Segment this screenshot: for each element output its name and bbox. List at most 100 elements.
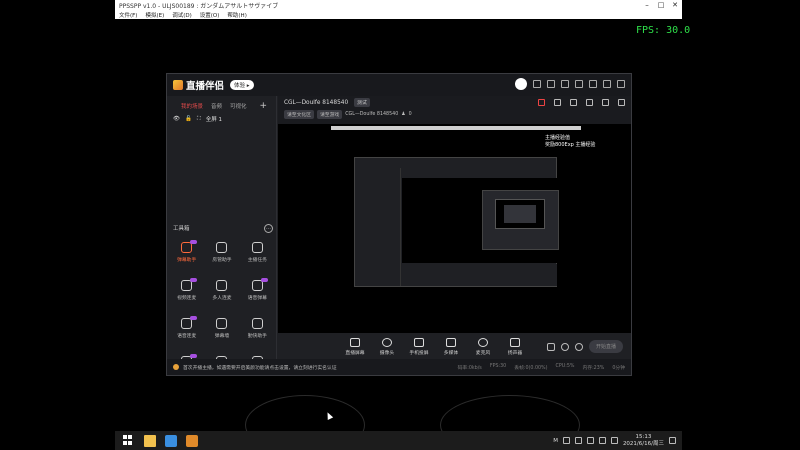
minimize-icon[interactable] <box>589 80 597 88</box>
menu-file[interactable]: 文件(F) <box>119 11 137 19</box>
title-actions <box>515 78 625 90</box>
clock-date: 2021/6/16/周三 <box>622 440 664 447</box>
microphone-button[interactable]: 麦克风 <box>472 337 494 356</box>
source-dock: 直播屏幕 摄像头 手机投屏 多媒体 麦克风 扬声器 开始直播 <box>278 333 631 360</box>
gift-icon[interactable] <box>547 80 555 88</box>
layout-icon[interactable] <box>586 99 593 106</box>
overlay-line: 主播经验值 <box>545 135 571 141</box>
start-live-button[interactable]: 开始直播 <box>588 340 623 353</box>
version-button[interactable]: 体验 ▸ <box>230 80 254 90</box>
windows-start-icon[interactable] <box>123 434 135 447</box>
tab-scenes[interactable]: 我的场景 <box>181 102 203 110</box>
tray-icon[interactable] <box>574 437 582 444</box>
phone-cast-icon <box>414 337 424 347</box>
camera-icon <box>382 337 392 347</box>
nested-preview <box>354 157 559 287</box>
nested-window <box>504 205 536 223</box>
system-clock[interactable]: 15:13 2021/6/16/周三 <box>623 434 664 448</box>
tab-visual[interactable]: 可视化 <box>230 102 247 110</box>
tool-item[interactable]: 弹幕助手 <box>169 240 204 274</box>
room-id: CGL—Doulfe 8148540 <box>345 111 399 117</box>
dock-label: 扬声器 <box>507 350 523 356</box>
preview-canvas[interactable]: 主播经验值 奖励800Exp 主播经验 <box>278 124 631 347</box>
source-phone-button[interactable]: 手机投屏 <box>408 337 430 356</box>
notification-icon[interactable] <box>669 437 676 444</box>
tray-icon[interactable] <box>586 437 594 444</box>
tool-label: 语音弹幕 <box>247 296 267 301</box>
source-media-button[interactable]: 多媒体 <box>440 337 462 356</box>
tool-item[interactable]: 房管助手 <box>204 242 239 274</box>
stat-duration: 0分钟 <box>612 365 625 371</box>
toolbox-header: 工具箱 … <box>173 224 273 233</box>
add-icon[interactable]: + <box>259 101 271 111</box>
nested-canvas <box>402 178 559 263</box>
record-icon[interactable] <box>538 99 545 106</box>
gear-icon[interactable] <box>574 342 583 351</box>
streaming-app-taskbar-icon[interactable] <box>186 434 198 447</box>
eye-icon[interactable]: 👁 <box>173 116 180 122</box>
close-icon[interactable]: ✕ <box>668 1 682 9</box>
stat-dropped: 丢帧:0(0.00%) <box>514 365 548 371</box>
network-icon[interactable] <box>598 437 606 444</box>
ime-indicator[interactable]: M <box>553 438 558 444</box>
shirt-icon[interactable] <box>561 80 569 88</box>
menu-help[interactable]: 帮助(H) <box>227 11 246 19</box>
tool-item[interactable]: 语音连麦 <box>169 316 204 350</box>
speaker-icon <box>510 337 520 347</box>
bell-icon[interactable] <box>602 99 609 106</box>
monitor-icon <box>350 337 360 347</box>
close-icon[interactable] <box>617 80 625 88</box>
share-icon[interactable] <box>618 99 625 106</box>
category-tag[interactable]: 请至文化区 <box>284 109 314 119</box>
tool-label: 房管助手 <box>212 258 232 263</box>
avatar[interactable] <box>515 78 527 90</box>
microphone-icon <box>478 337 488 347</box>
tool-label: 主播任务 <box>247 258 267 263</box>
stat-fps: FPS:30 <box>489 363 507 369</box>
source-screen-button[interactable]: 直播屏幕 <box>344 337 366 356</box>
host-window-title: PPSSPP v1.0 - ULJS00189 : ガンダムアサルトサヴァイブ <box>119 2 279 10</box>
menu-settings[interactable]: 设置(O) <box>200 11 220 19</box>
minimize-icon[interactable]: – <box>640 1 654 9</box>
dock-label: 多媒体 <box>443 350 459 356</box>
host-menubar: 文件(F) 模拟(E) 调试(D) 设置(O) 帮助(H) <box>115 10 682 19</box>
record-icon[interactable] <box>546 342 555 351</box>
scene-item[interactable]: 👁 🔓 ⛶ 全屏 1 <box>167 110 276 124</box>
tool-item[interactable]: 弹幕墙 <box>204 318 239 350</box>
tool-item[interactable]: 多人连麦 <box>204 280 239 312</box>
tool-icon <box>216 242 228 253</box>
tool-icon <box>181 316 198 329</box>
lock-icon[interactable] <box>554 99 561 106</box>
menu-debug[interactable]: 调试(D) <box>172 11 192 19</box>
eye-icon[interactable] <box>560 342 569 351</box>
file-explorer-icon[interactable] <box>144 434 156 447</box>
tool-item[interactable]: 语音弹幕 <box>240 278 275 312</box>
tool-label: 弹幕墙 <box>214 334 230 339</box>
tool-item[interactable]: 视频连麦 <box>169 278 204 312</box>
system-tray: M 15:13 2021/6/16/周三 <box>553 434 682 448</box>
speaker-button[interactable]: 扬声器 <box>504 337 526 356</box>
stat-memory: 内存:23% <box>582 365 605 371</box>
maximize-icon[interactable]: □ <box>654 1 668 9</box>
source-camera-button[interactable]: 摄像头 <box>376 337 398 356</box>
more-icon[interactable]: … <box>264 224 273 233</box>
tab-audio[interactable]: 音频 <box>211 102 222 110</box>
tool-icon <box>251 318 263 329</box>
left-tabs: 我的场景 音频 可视化 + <box>167 96 276 111</box>
new-badge <box>190 316 198 320</box>
volume-icon[interactable] <box>610 437 618 444</box>
tool-item[interactable]: 主播任务 <box>240 242 275 274</box>
room-status-badge: 测试 <box>354 98 370 107</box>
tray-icon[interactable] <box>562 437 570 444</box>
warning-icon <box>173 364 179 370</box>
menu-emulation[interactable]: 模拟(E) <box>145 11 164 19</box>
message-icon[interactable] <box>533 80 541 88</box>
lock-icon[interactable]: 🔓 <box>185 116 192 122</box>
window-icon[interactable] <box>570 99 577 106</box>
game-tag[interactable]: 请至游戏 <box>317 109 343 119</box>
menu-icon[interactable] <box>575 80 583 88</box>
tool-icon <box>251 242 263 253</box>
app-taskbar-icon[interactable] <box>165 434 177 447</box>
maximize-icon[interactable] <box>603 80 611 88</box>
tool-item[interactable]: 勤快助手 <box>240 318 275 350</box>
